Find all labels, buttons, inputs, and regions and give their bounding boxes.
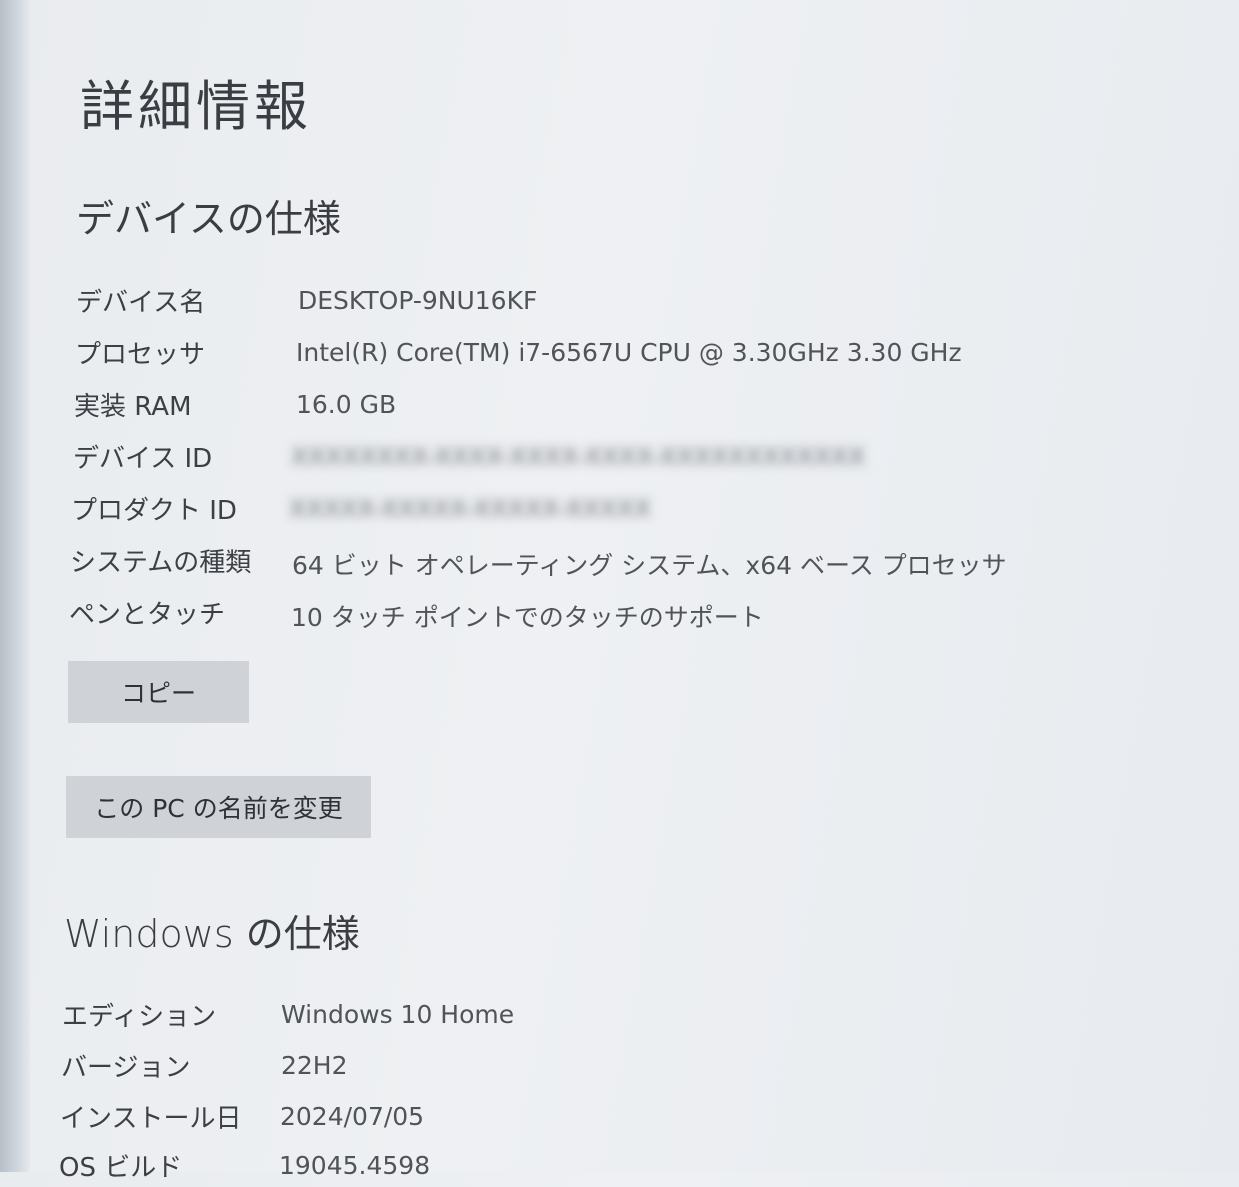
spec-value[interactable]: 10 タッチ ポイントでのタッチのサポート bbox=[291, 598, 764, 634]
spec-row-ram: 実装 RAM 16.0 GB bbox=[74, 386, 1074, 426]
spec-row-pen-touch: ペンとタッチ 10 タッチ ポイントでのタッチのサポート bbox=[69, 594, 1069, 634]
spec-value[interactable]: 22H2 bbox=[281, 1051, 348, 1080]
spec-row-processor: プロセッサ Intel(R) Core(TM) i7-6567U CPU @ 3… bbox=[75, 334, 1075, 374]
spec-label: バージョン bbox=[61, 1053, 191, 1083]
spec-value[interactable]: Windows 10 Home bbox=[281, 1000, 514, 1029]
device-specs-heading: デバイスの仕様 bbox=[76, 197, 341, 241]
spec-label: デバイス ID bbox=[73, 444, 213, 474]
spec-label: インストール日 bbox=[60, 1104, 242, 1134]
spec-label: 実装 RAM bbox=[74, 392, 192, 422]
spec-label: デバイス名 bbox=[76, 288, 206, 318]
spec-label: OS ビルド bbox=[59, 1153, 183, 1183]
spec-value[interactable]: 2024/07/05 bbox=[280, 1102, 424, 1131]
spec-value[interactable]: 64 ビット オペレーティング システム、x64 ベース プロセッサ bbox=[292, 546, 1007, 582]
spec-row-device-id: デバイス ID XXXXXXXX-XXXX-XXXX-XXXX-XXXXXXXX… bbox=[73, 438, 1073, 478]
spec-label: ペンとタッチ bbox=[69, 600, 226, 630]
spec-row-product-id: プロダクト ID XXXXX-XXXXX-XXXXX-XXXXX bbox=[71, 490, 1071, 530]
spec-row-version: バージョン 22H2 bbox=[61, 1047, 1061, 1087]
window-left-edge bbox=[0, 0, 30, 1172]
spec-row-os-build: OS ビルド 19045.4598 bbox=[59, 1147, 1059, 1187]
spec-value-redacted[interactable]: XXXXX-XXXXX-XXXXX-XXXXX bbox=[289, 494, 651, 523]
spec-row-system-type: システムの種類 64 ビット オペレーティング システム、x64 ベース プロセ… bbox=[70, 542, 1070, 582]
copy-button[interactable]: コピー bbox=[68, 661, 249, 723]
spec-row-install-date: インストール日 2024/07/05 bbox=[60, 1098, 1060, 1138]
page-title: 詳細情報 bbox=[80, 75, 312, 138]
spec-label: プロセッサ bbox=[75, 340, 206, 370]
windows-specs-heading: Windows の仕様 bbox=[64, 912, 360, 956]
spec-row-edition: エディション Windows 10 Home bbox=[62, 996, 1062, 1036]
rename-pc-button[interactable]: この PC の名前を変更 bbox=[66, 776, 371, 838]
spec-label: システムの種類 bbox=[70, 548, 252, 578]
spec-value[interactable]: 19045.4598 bbox=[279, 1151, 430, 1180]
spec-value[interactable]: Intel(R) Core(TM) i7-6567U CPU @ 3.30GHz… bbox=[296, 338, 962, 367]
spec-value-redacted[interactable]: XXXXXXXX-XXXX-XXXX-XXXX-XXXXXXXXXXXX bbox=[291, 442, 865, 471]
spec-value[interactable]: 16.0 GB bbox=[296, 390, 396, 419]
spec-label: プロダクト ID bbox=[71, 496, 237, 526]
spec-label: エディション bbox=[62, 1002, 217, 1032]
spec-value[interactable]: DESKTOP-9NU16KF bbox=[298, 286, 537, 315]
spec-row-device-name: デバイス名 DESKTOP-9NU16KF bbox=[76, 282, 1076, 322]
